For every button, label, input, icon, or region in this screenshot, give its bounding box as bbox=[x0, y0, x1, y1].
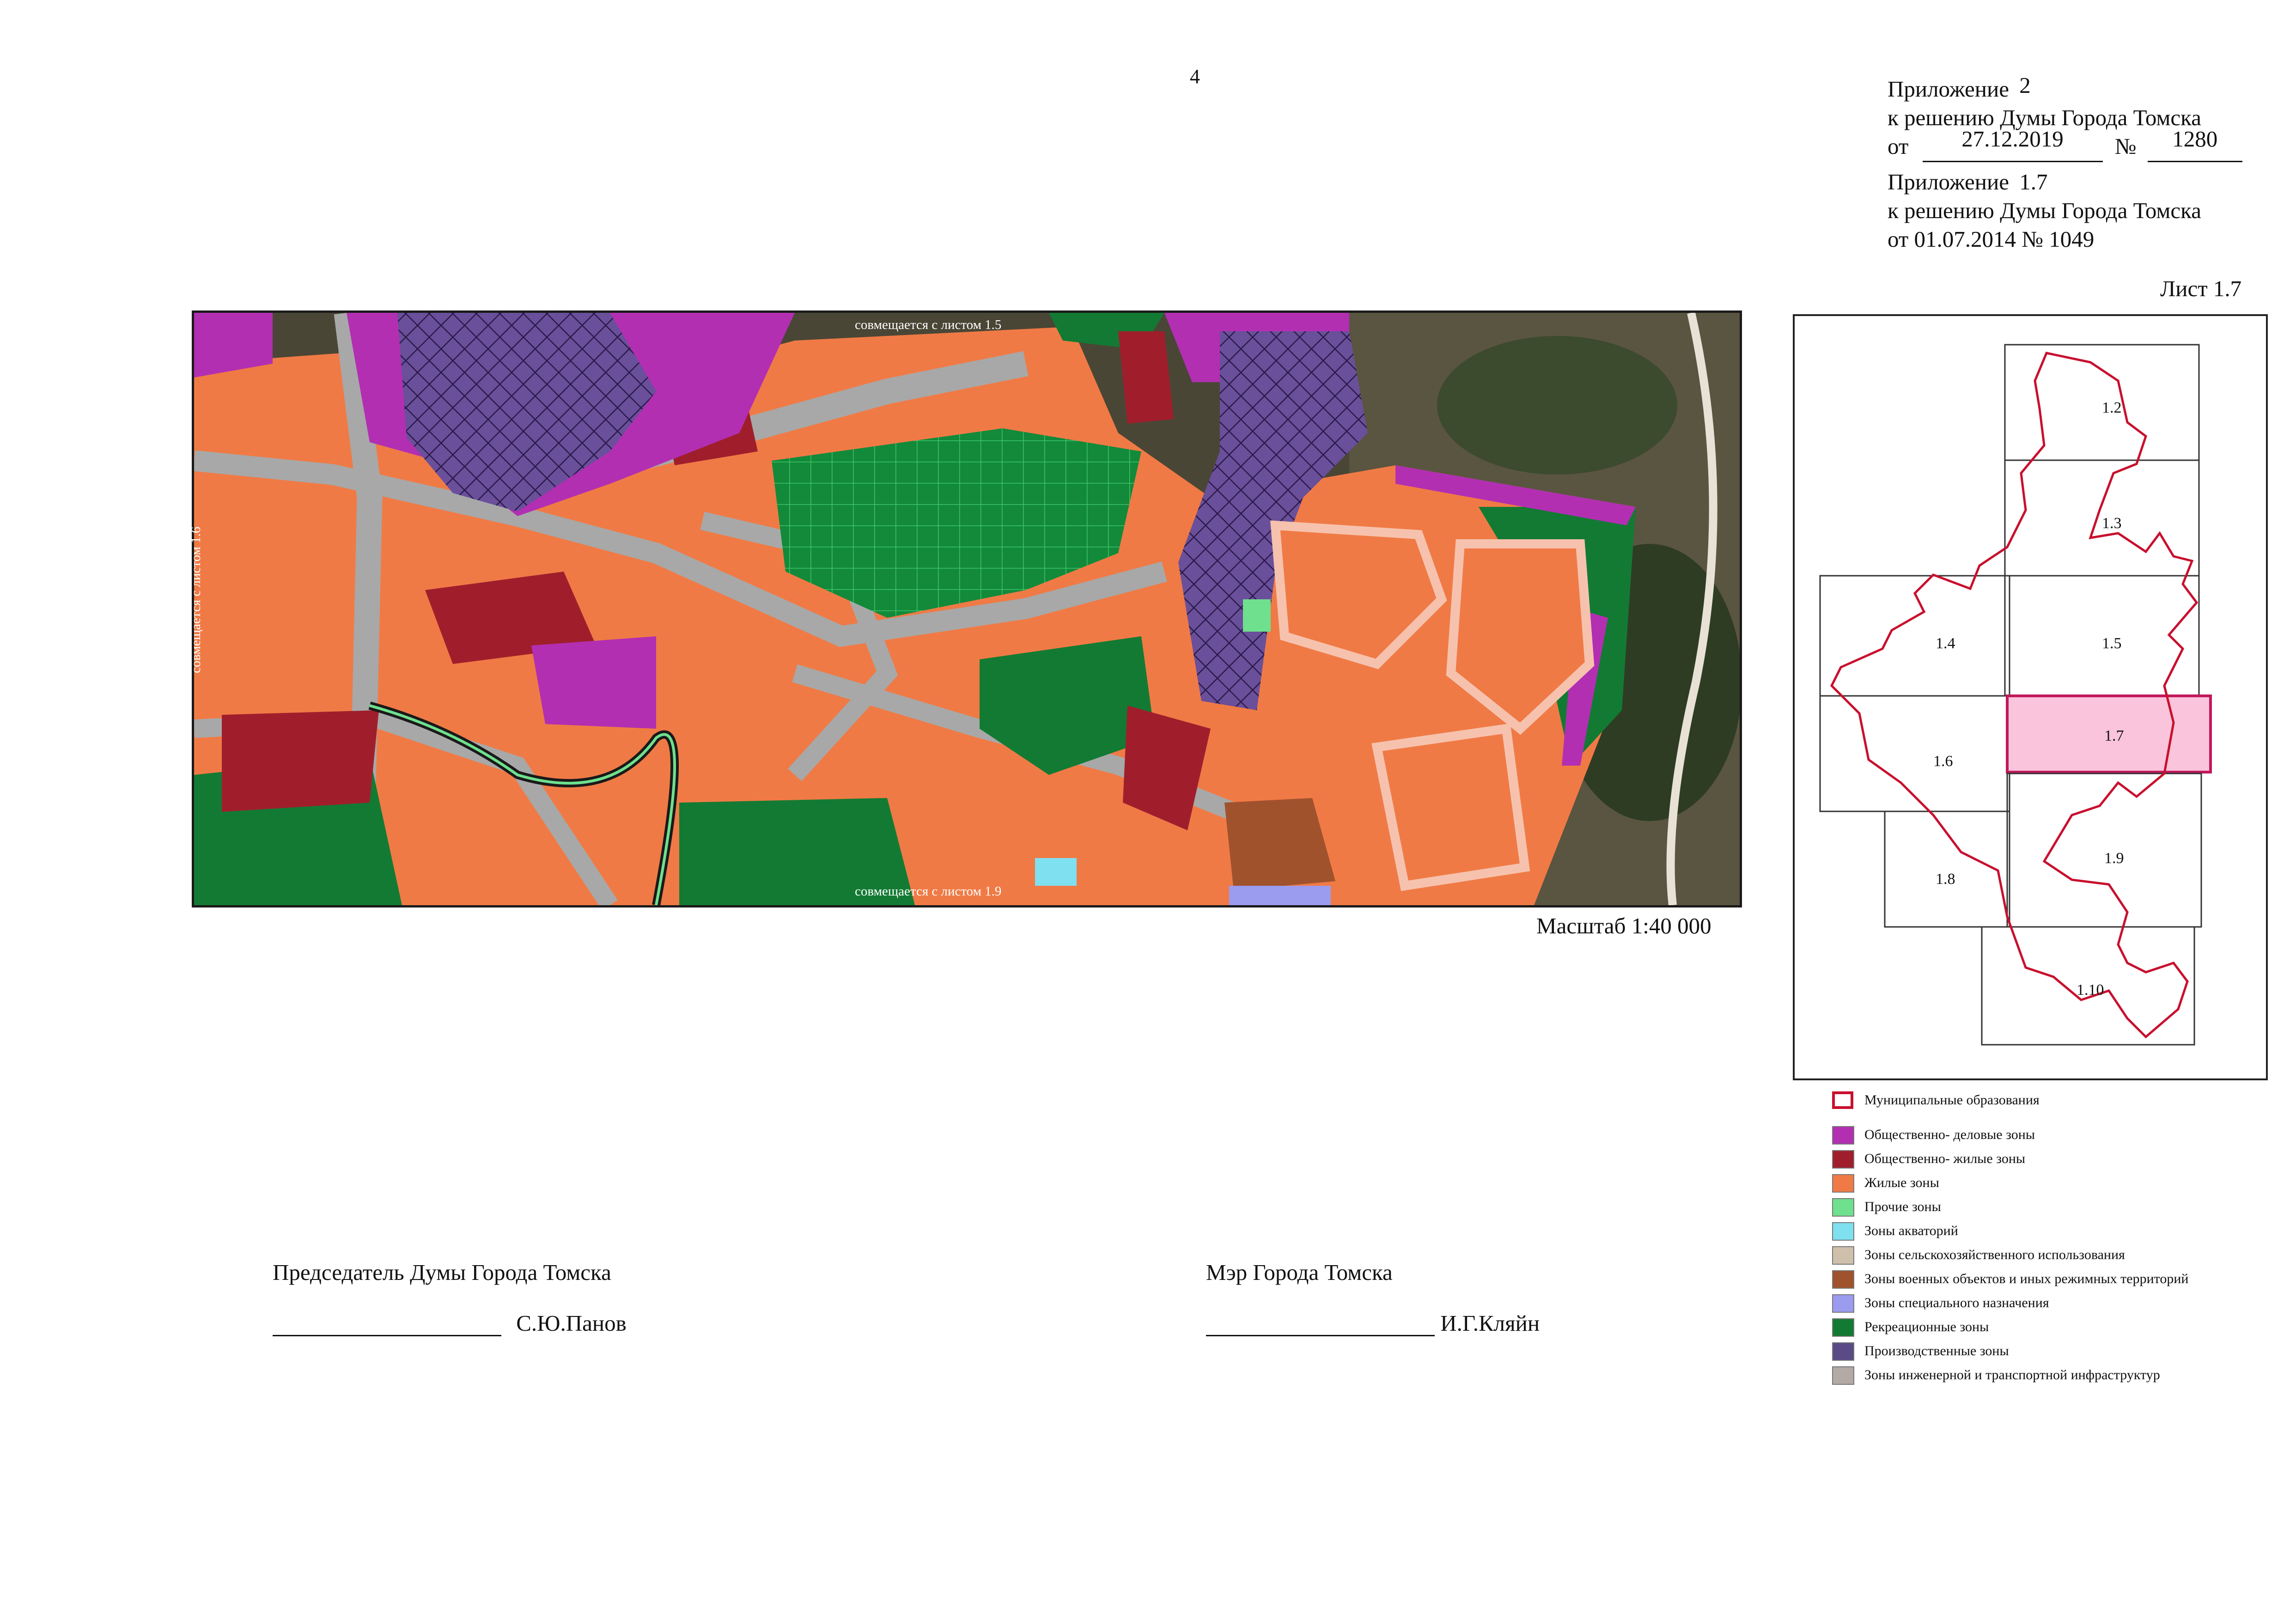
from-label: от bbox=[1888, 134, 1909, 159]
index-label-1-9: 1.9 bbox=[2104, 850, 2124, 867]
decision-date: 27.12.2019 bbox=[1961, 126, 2064, 152]
chair-signature: С.Ю.Панов bbox=[273, 1310, 627, 1336]
legend-label: Рекреационные зоны bbox=[1864, 1319, 1989, 1334]
appendix-number-2: 1.7 bbox=[2019, 169, 2048, 195]
number-sign: № bbox=[2114, 134, 2137, 159]
legend-label: Жилые зоны bbox=[1864, 1175, 1939, 1190]
mayor-name: И.Г.Кляйн bbox=[1440, 1310, 1540, 1336]
map-note-top: совмещается с листом 1.5 bbox=[855, 317, 1002, 332]
index-map-canvas bbox=[1819, 344, 2212, 1046]
appendix-1-7-title: Приложение 1.7 bbox=[1888, 168, 2242, 196]
legend-swatch bbox=[1832, 1318, 1854, 1337]
legend-label: Зоны сельскохозяйственного использования bbox=[1864, 1247, 2125, 1262]
index-label-1-4: 1.4 bbox=[1936, 635, 1955, 652]
legend-label: Общественно- жилые зоны bbox=[1864, 1151, 2026, 1166]
appendix-2-title: Приложение 2 bbox=[1888, 73, 2242, 104]
index-label-1-8: 1.8 bbox=[1936, 871, 1955, 888]
index-label-1-10: 1.10 bbox=[2077, 981, 2104, 999]
legend-swatch bbox=[1832, 1126, 1854, 1145]
map-scale: Масштаб 1:40 000 bbox=[1536, 913, 1711, 938]
decision-date-line: от 27.12.2019 № 1280 bbox=[1888, 126, 2242, 162]
legend-swatch bbox=[1832, 1222, 1854, 1241]
legend-swatch bbox=[1832, 1366, 1854, 1385]
legend-swatch bbox=[1832, 1294, 1854, 1313]
legend-label: Общественно- деловые зоны bbox=[1864, 1127, 2035, 1142]
legend-swatch bbox=[1832, 1174, 1854, 1193]
map-note-bottom: совмещается с листом 1.9 bbox=[855, 884, 1002, 899]
appendix-label: Приложение bbox=[1888, 76, 2009, 102]
legend-label: Зоны акваторий bbox=[1864, 1223, 1958, 1238]
index-label-1-7: 1.7 bbox=[2104, 727, 2124, 744]
legend-label: Зоны специального назначения bbox=[1864, 1295, 2049, 1310]
appendix-number: 2 bbox=[2019, 73, 2031, 98]
page-number: 4 bbox=[1190, 65, 1200, 88]
index-label-1-6: 1.6 bbox=[1933, 753, 1953, 770]
appendix-header: Приложение 2 к решению Думы Города Томск… bbox=[1888, 73, 2242, 254]
appendix-label-2: Приложение bbox=[1888, 169, 2009, 195]
mayor-signature-line bbox=[1206, 1316, 1435, 1336]
legend-swatch bbox=[1832, 1342, 1854, 1361]
zoning-map: совмещается с листом 1.5 совмещается с л… bbox=[189, 311, 1742, 907]
index-label-1-2: 1.2 bbox=[2102, 399, 2122, 416]
legend-label: Прочие зоны bbox=[1864, 1199, 1941, 1214]
legend-label-municipal: Муниципальные образования bbox=[1864, 1092, 2040, 1108]
map-note-left: совмещается с листом 1.6 bbox=[189, 526, 203, 673]
legend-swatch bbox=[1832, 1246, 1854, 1265]
index-label-1-5: 1.5 bbox=[2102, 635, 2122, 652]
sheet-label: Лист 1.7 bbox=[2160, 276, 2242, 301]
decision-date-line-2: от 01.07.2014 № 1049 bbox=[1888, 226, 2095, 252]
legend-label: Зоны военных объектов и иных режимных те… bbox=[1864, 1271, 2189, 1286]
chair-name: С.Ю.Панов bbox=[516, 1310, 627, 1336]
mayor-signature: И.Г.Кляйн bbox=[1206, 1310, 1540, 1336]
legend-swatch bbox=[1832, 1198, 1854, 1217]
zoning-map-canvas bbox=[194, 313, 1740, 905]
legend-swatch bbox=[1832, 1150, 1854, 1169]
index-label-1-3: 1.3 bbox=[2102, 515, 2122, 532]
chair-title: Председатель Думы Города Томска bbox=[273, 1260, 611, 1285]
legend-swatch-municipal bbox=[1832, 1091, 1853, 1109]
decision-number: 1280 bbox=[2172, 126, 2218, 152]
mayor-title: Мэр Города Томска bbox=[1206, 1260, 1393, 1285]
legend-label: Зоны инженерной и транспортной инфрастру… bbox=[1864, 1367, 2160, 1382]
decision-line-2: к решению Думы Города Томска bbox=[1888, 198, 2201, 223]
legend-swatch bbox=[1832, 1270, 1854, 1289]
legend-label: Производственные зоны bbox=[1864, 1343, 2009, 1358]
index-map: 1.2 1.3 1.4 1.5 1.6 1.7 1.8 1.9 1.10 bbox=[1793, 314, 2268, 1080]
chair-signature-line bbox=[273, 1316, 501, 1336]
